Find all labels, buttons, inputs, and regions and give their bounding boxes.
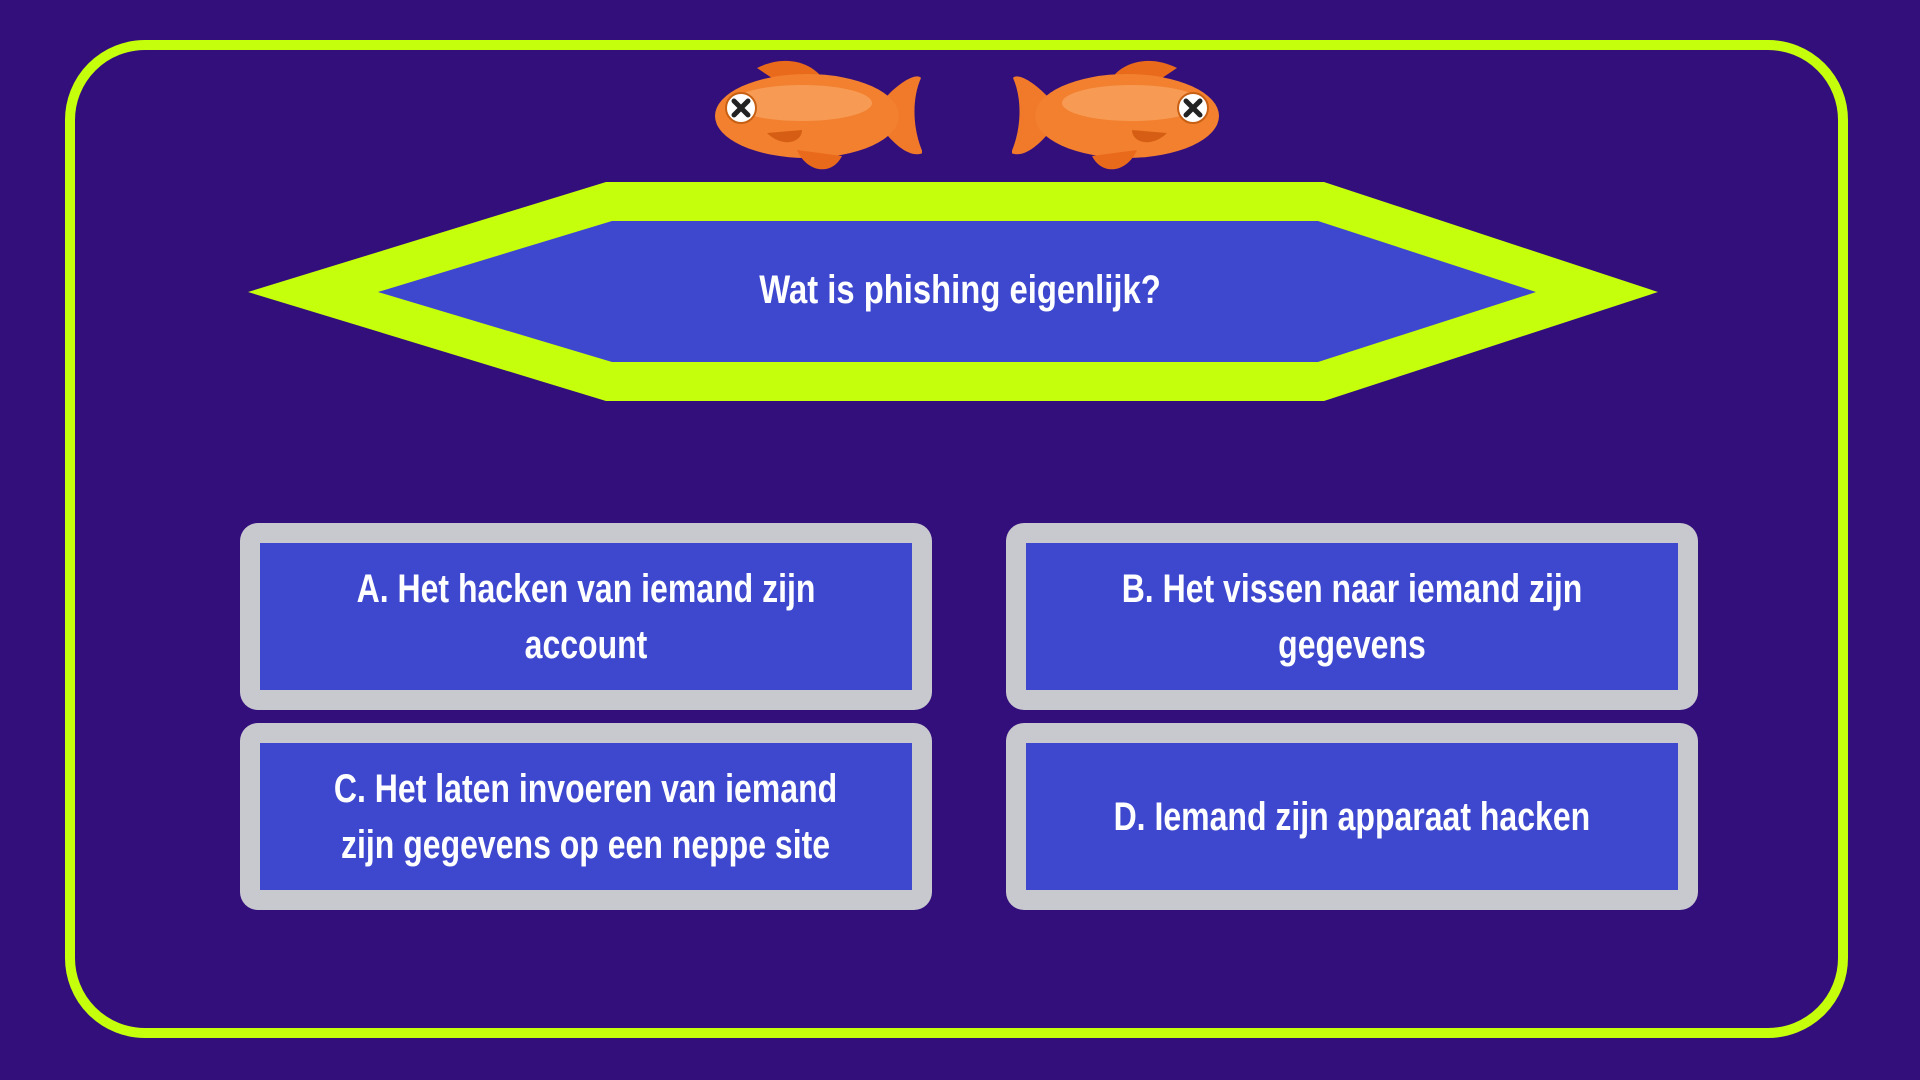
answer-d-button[interactable]: D. Iemand zijn apparaat hacken — [1006, 723, 1698, 910]
left-fish-icon — [707, 58, 922, 173]
answer-c-button[interactable]: C. Het laten invoeren van iemand zijn ge… — [240, 723, 932, 910]
answer-d-label: D. Iemand zijn apparaat hacken — [1113, 794, 1591, 839]
answer-c-panel[interactable]: C. Het laten invoeren van iemand zijn ge… — [260, 743, 912, 890]
fish-icon — [715, 60, 922, 170]
question-text: Wat is phishing eigenlijk? — [759, 267, 1161, 312]
answer-a-label: A. Het hacken van iemand zijn account — [356, 566, 816, 667]
answer-d-panel[interactable]: D. Iemand zijn apparaat hacken — [1026, 743, 1678, 890]
answer-b-panel[interactable]: B. Het vissen naar iemand zijn gegevens — [1026, 543, 1678, 690]
answer-b-label: B. Het vissen naar iemand zijn gegevens — [1121, 566, 1583, 667]
answer-a-panel[interactable]: A. Het hacken van iemand zijn account — [260, 543, 912, 690]
answer-c-label: C. Het laten invoeren van iemand zijn ge… — [334, 766, 838, 867]
answer-b-button[interactable]: B. Het vissen naar iemand zijn gegevens — [1006, 523, 1698, 710]
fish-icon — [1012, 60, 1219, 170]
quiz-screen: Wat is phishing eigenlijk? A. Het hacken… — [0, 0, 1920, 1080]
right-fish-icon — [1012, 58, 1227, 173]
answer-a-button[interactable]: A. Het hacken van iemand zijn account — [240, 523, 932, 710]
